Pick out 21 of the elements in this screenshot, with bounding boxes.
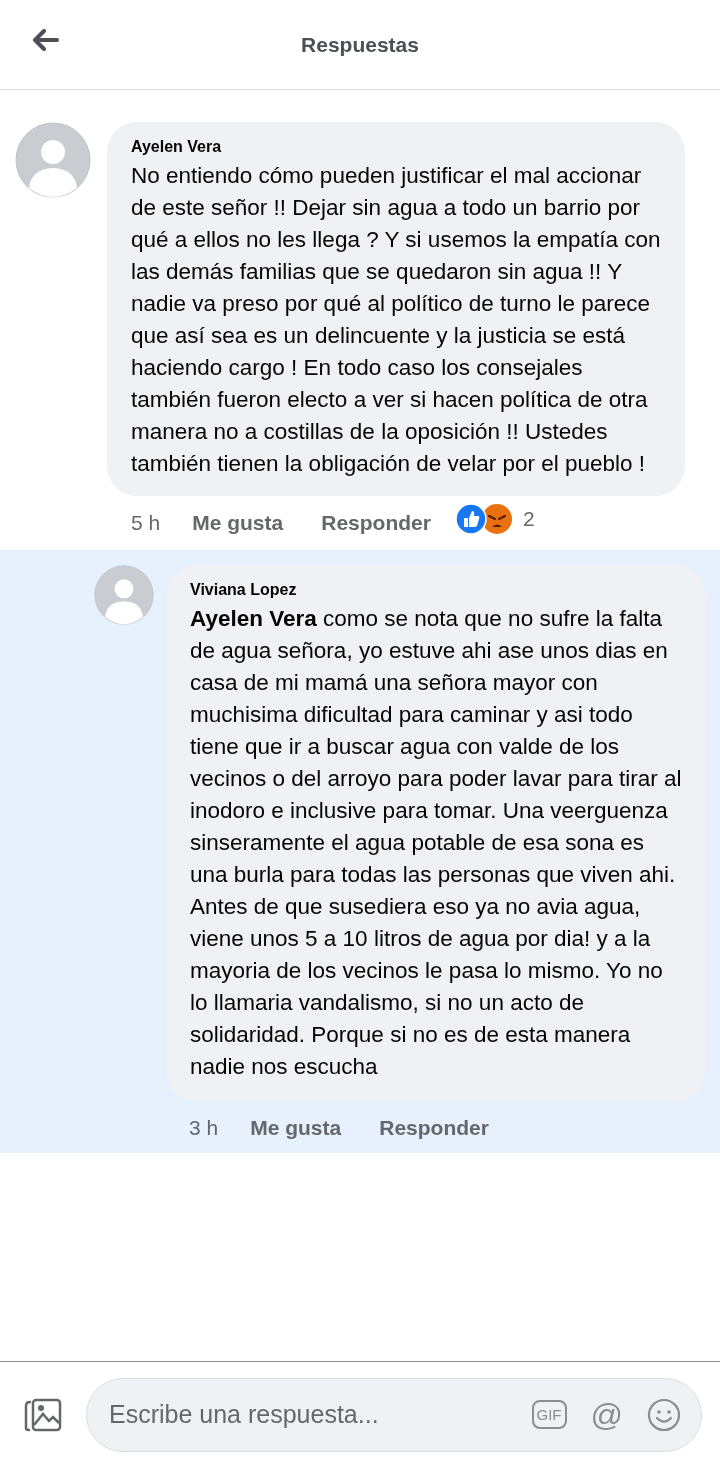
timestamp: 3 h [189,1116,219,1140]
photo-gallery-icon[interactable] [24,1397,62,1432]
reaction-count[interactable]: 2 [522,507,535,531]
thumbs-up-icon [454,503,487,535]
author-name[interactable]: Ayelen Vera [131,138,222,156]
timestamp: 5 h [131,511,161,535]
author-name[interactable]: Viviana Lopez [190,581,297,599]
comment-text: Ayelen Vera como se nota que no sufre la falta de agua señora, yo estuve ahi ase unos dias en casa de mi mamá una señora mayor con muchisima dificultad para caminar y asi todo tiene que ir a buscar agua con valde de los vecinos o del arroyo para poder lavar para tirar al inodoro e inclusive para tomar. Una veerguenza sinseramente el agua potable de esa sona es una burla para todas las personas que viven ahi. Antes de que susediera eso ya no avia agua, viene unos 5 a 10 litros de agua por dia! y a la mayoria de los vecinos le pasa lo mismo. Yo no lo llamaria vandalismo, si no un acto de solidaridad. Porque si no es de esta manera nadie nos escucha [190,605,683,1081]
emoji-icon[interactable] [647,1397,681,1432]
back-arrow-icon[interactable] [33,29,59,51]
avatar-icon[interactable] [94,565,154,625]
mention-button[interactable]: @ [590,1398,623,1431]
reply-input-field[interactable]: Escribe una respuesta... GIF @ [86,1377,702,1452]
reply-link[interactable]: Responder [321,511,431,535]
like-link[interactable]: Me gusta [192,511,284,535]
page-title: Respuestas [301,32,419,57]
reply-link[interactable]: Responder [379,1116,489,1140]
like-link[interactable]: Me gusta [250,1116,342,1140]
comment-text: No entiendo cómo pueden justificar el mal accionar de este señor !! Dejar sin agua a todo un barrio por qué a ellos no les llega ? Y si usemos la empatía con las demás familias que se quedaron sin agua !! Y nadie va preso por qué al político de turno le parece que así sea es un delincuente y la justicia se está haciendo cargo ! En todo caso los consejales también fueron electo a ver si hacen política de otra manera no a costillas de la oposición !! Ustedes también tienen la obligación de velar por el pueblo ! [131,162,662,478]
gif-button[interactable]: GIF [531,1400,567,1429]
avatar-icon[interactable] [15,122,91,198]
